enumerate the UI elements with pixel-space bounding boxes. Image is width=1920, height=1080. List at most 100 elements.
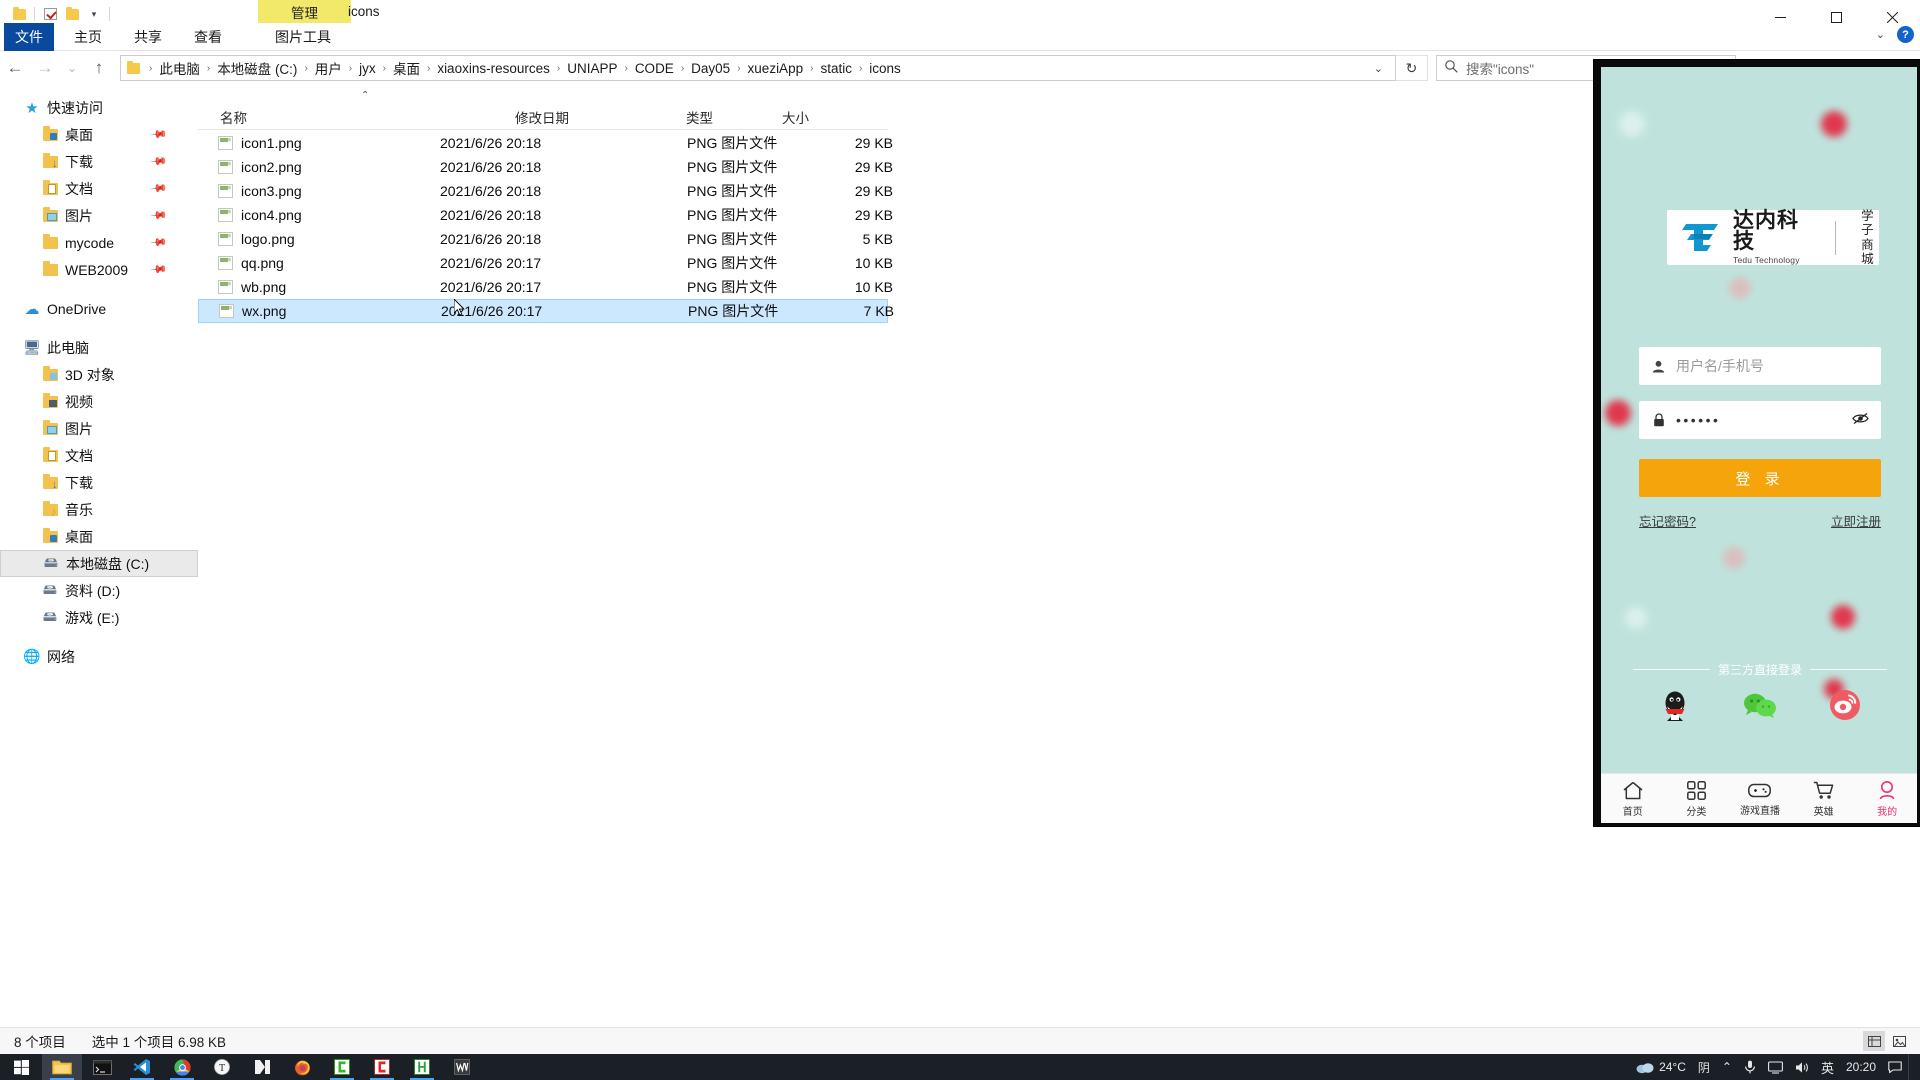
volume-icon[interactable] xyxy=(1789,1054,1815,1080)
pin-icon[interactable]: 📌 xyxy=(150,152,169,171)
chevron-down-icon[interactable]: ▾ xyxy=(83,4,105,24)
sidebar-item-videos[interactable]: 视频 xyxy=(0,388,198,415)
clock[interactable]: 20:20 xyxy=(1840,1054,1882,1080)
tab-share[interactable]: 共享 xyxy=(124,23,172,51)
sidebar-item-documents-pc[interactable]: 文档 xyxy=(0,442,198,469)
password-input[interactable]: •••••• xyxy=(1639,401,1881,439)
pin-icon[interactable]: 📌 xyxy=(150,260,169,279)
taskbar-vscode[interactable] xyxy=(122,1054,162,1080)
navigation-pane[interactable]: ★ 快速访问 桌面 📌 下载 📌 文档 📌 图片 📌 mycode 📌 xyxy=(0,86,198,1027)
recent-locations-icon[interactable]: ⌄ xyxy=(60,53,84,83)
sidebar-item-downloads[interactable]: 下载 📌 xyxy=(0,148,198,175)
pin-icon[interactable]: 📌 xyxy=(150,125,169,144)
refresh-button[interactable]: ↻ xyxy=(1396,55,1428,81)
sidebar-item-mycode[interactable]: mycode 📌 xyxy=(0,229,198,256)
address-bar[interactable]: › 此电脑 › 本地磁盘 (C:) › 用户 › jyx › 桌面 › xiao… xyxy=(120,55,1396,81)
column-header-size[interactable]: 大小 xyxy=(782,107,809,127)
table-row[interactable]: qq.png 2021/6/26 20:17 PNG 图片文件 10 KB xyxy=(198,251,893,275)
taskbar-wps-writer[interactable] xyxy=(442,1054,482,1080)
taskbar-chrome-green[interactable] xyxy=(322,1054,362,1080)
sidebar-item-3d-objects[interactable]: 3D 对象 xyxy=(0,361,198,388)
forgot-password-link[interactable]: 忘记密码? xyxy=(1639,511,1696,530)
tab-category[interactable]: 分类 xyxy=(1665,774,1729,823)
tab-home[interactable]: 首页 xyxy=(1601,774,1665,823)
tab-view[interactable]: 查看 xyxy=(184,23,232,51)
sidebar-item-network[interactable]: 🌐 网络 xyxy=(0,643,198,670)
file-list-pane[interactable]: ⌃ 名称 修改日期 类型 大小 icon1.png 2021/6/26 20:1… xyxy=(198,86,1598,1027)
sidebar-item-local-disk-c[interactable]: 🖴 本地磁盘 (C:) xyxy=(0,550,198,577)
ime-indicator[interactable]: 英 xyxy=(1815,1054,1840,1080)
phone-tab-bar[interactable]: 首页 分类 游戏直播 英雄 我的 xyxy=(1601,773,1917,823)
weather-condition[interactable]: 阴 xyxy=(1692,1054,1716,1080)
sidebar-item-documents[interactable]: 文档 📌 xyxy=(0,175,198,202)
table-row[interactable]: icon2.png 2021/6/26 20:18 PNG 图片文件 29 KB xyxy=(198,155,893,179)
sidebar-item-downloads-pc[interactable]: 下载 xyxy=(0,469,198,496)
taskbar-hbuilder[interactable] xyxy=(242,1054,282,1080)
taskbar-typora[interactable]: T xyxy=(202,1054,242,1080)
back-button[interactable]: ← xyxy=(0,53,30,83)
table-row[interactable]: icon1.png 2021/6/26 20:18 PNG 图片文件 29 KB xyxy=(198,131,893,155)
table-row[interactable]: logo.png 2021/6/26 20:18 PNG 图片文件 5 KB xyxy=(198,227,893,251)
microphone-icon[interactable] xyxy=(1738,1054,1762,1080)
sidebar-item-web2009[interactable]: WEB2009 📌 xyxy=(0,256,198,283)
taskbar-firefox[interactable] xyxy=(282,1054,322,1080)
taskbar[interactable]: T 24°C 阴 ⌃ 英 20:20 xyxy=(0,1054,1920,1080)
tab-profile[interactable]: 我的 xyxy=(1855,774,1917,823)
wechat-icon[interactable] xyxy=(1742,687,1778,723)
up-button[interactable]: ↑ xyxy=(84,53,114,83)
forward-button[interactable]: → xyxy=(30,53,60,83)
taskbar-hbuilderx[interactable] xyxy=(402,1054,442,1080)
tab-game-live[interactable]: 游戏直播 xyxy=(1728,774,1792,823)
column-header-name[interactable]: 名称 xyxy=(220,107,247,127)
notification-icon[interactable] xyxy=(1882,1054,1908,1080)
login-button[interactable]: 登 录 xyxy=(1639,459,1881,497)
start-button[interactable] xyxy=(0,1054,42,1080)
username-input[interactable]: 用户名/手机号 xyxy=(1639,347,1881,385)
new-folder-icon[interactable] xyxy=(61,4,83,24)
taskbar-file-explorer[interactable] xyxy=(42,1054,82,1080)
pin-icon[interactable]: 📌 xyxy=(150,206,169,225)
sidebar-item-drive-d[interactable]: 🖴 资料 (D:) xyxy=(0,577,198,604)
tab-hero[interactable]: 英雄 xyxy=(1792,774,1856,823)
breadcrumb-item-1[interactable]: 本地磁盘 (C:) xyxy=(215,57,299,79)
details-view-icon[interactable] xyxy=(1863,1031,1885,1051)
breadcrumb-item-6[interactable]: UNIAPP xyxy=(565,60,619,77)
sidebar-item-this-pc[interactable]: 🖥 此电脑 xyxy=(0,334,198,361)
qq-icon[interactable] xyxy=(1657,687,1693,723)
sidebar-item-desktop[interactable]: 桌面 📌 xyxy=(0,121,198,148)
sidebar-item-drive-e[interactable]: 🖴 游戏 (E:) xyxy=(0,604,198,631)
chevron-up-icon[interactable]: ⌃ xyxy=(361,90,369,101)
tab-file[interactable]: 文件 xyxy=(4,23,54,51)
network-tray-icon[interactable] xyxy=(1762,1054,1789,1080)
sidebar-item-quick-access[interactable]: ★ 快速访问 xyxy=(0,94,198,121)
table-row[interactable]: wx.png 2021/6/26 20:17 PNG 图片文件 7 KB xyxy=(198,299,894,323)
column-header-type[interactable]: 类型 xyxy=(686,107,713,127)
taskbar-chrome[interactable] xyxy=(162,1054,202,1080)
table-row[interactable]: icon3.png 2021/6/26 20:18 PNG 图片文件 29 KB xyxy=(198,179,893,203)
weather-widget[interactable]: 24°C xyxy=(1630,1054,1692,1080)
taskbar-clion[interactable] xyxy=(362,1054,402,1080)
table-row[interactable]: icon4.png 2021/6/26 20:18 PNG 图片文件 29 KB xyxy=(198,203,893,227)
table-row[interactable]: wb.png 2021/6/26 20:17 PNG 图片文件 10 KB xyxy=(198,275,893,299)
breadcrumb-item-8[interactable]: Day05 xyxy=(689,60,732,77)
column-header-date[interactable]: 修改日期 xyxy=(515,107,569,127)
show-desktop-button[interactable] xyxy=(1908,1054,1918,1080)
pin-icon[interactable]: 📌 xyxy=(150,233,169,252)
phone-preview-window[interactable]: 达内科技 Tedu Technology 学子 商城 用户名/手机号 •••••… xyxy=(1594,60,1920,826)
tab-picture-tools[interactable]: 图片工具 xyxy=(244,23,362,51)
breadcrumb-item-3[interactable]: jyx xyxy=(357,60,378,77)
large-icons-view-icon[interactable] xyxy=(1888,1031,1910,1051)
show-hidden-icons-button[interactable]: ⌃ xyxy=(1716,1054,1738,1080)
register-link[interactable]: 立即注册 xyxy=(1831,511,1881,530)
breadcrumb-item-2[interactable]: 用户 xyxy=(313,57,344,79)
chevron-down-icon[interactable]: ⌄ xyxy=(1876,28,1885,41)
taskbar-terminal[interactable] xyxy=(82,1054,122,1080)
breadcrumb-item-0[interactable]: 此电脑 xyxy=(157,57,202,79)
sidebar-item-music[interactable]: 音乐 xyxy=(0,496,198,523)
search-input[interactable]: 搜索"icons" xyxy=(1466,58,1534,78)
breadcrumb-item-7[interactable]: CODE xyxy=(633,60,676,77)
pin-icon[interactable]: 📌 xyxy=(150,179,169,198)
sidebar-item-pictures[interactable]: 图片 📌 xyxy=(0,202,198,229)
sidebar-item-desktop-pc[interactable]: 桌面 xyxy=(0,523,198,550)
address-dropdown-icon[interactable]: ⌄ xyxy=(1364,62,1393,75)
